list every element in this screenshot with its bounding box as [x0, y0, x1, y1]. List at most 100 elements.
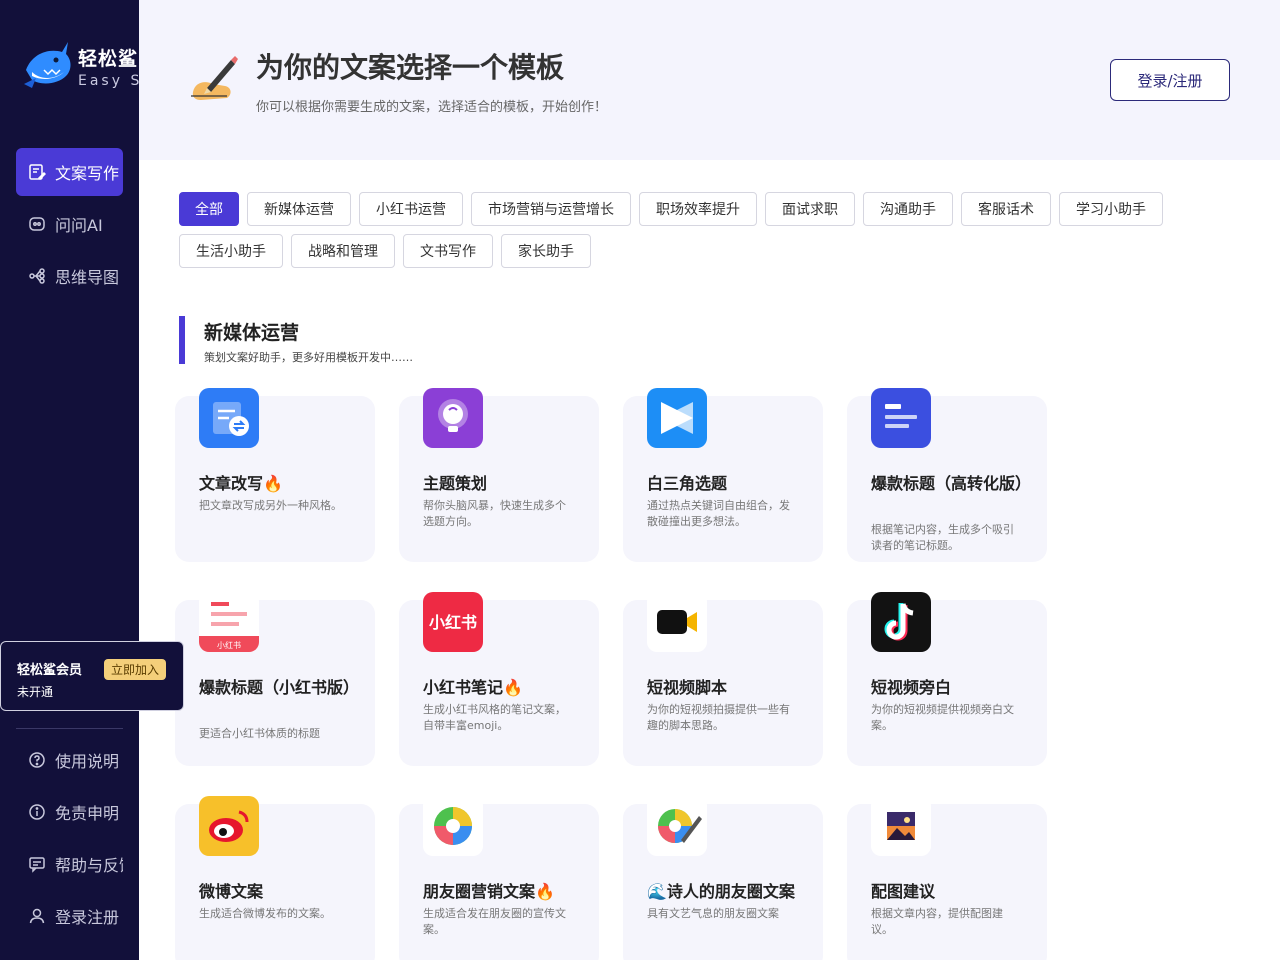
category-chip[interactable]: 生活小助手 [179, 234, 283, 268]
xiaohongshu-doc-icon: 小红书 [199, 592, 259, 652]
help-circle-icon [29, 752, 45, 768]
template-card[interactable]: 白三角选题 通过热点关键词自由组合，发散碰撞出更多想法。 [623, 388, 823, 562]
moments-pen-icon [647, 796, 707, 856]
card-description: 根据笔记内容，生成多个吸引读者的笔记标题。 [871, 523, 1014, 552]
card-title: 🌊诗人的朋友圈文案 [647, 882, 795, 901]
nav-item-feedback[interactable]: 帮助与反馈 [16, 840, 123, 888]
card-title: 短视频脚本 [647, 678, 728, 697]
svg-text:小红书: 小红书 [217, 640, 241, 650]
template-card[interactable]: 朋友圈营销文案🔥 生成适合发在朋友圈的宣传文案。 [399, 796, 599, 960]
weibo-icon [199, 796, 259, 856]
ai-chat-icon [29, 217, 45, 231]
card-title: 朋友圈营销文案🔥 [423, 882, 555, 901]
card-description: 生成适合微博发布的文案。 [199, 907, 331, 920]
category-chip[interactable]: 学习小助手 [1059, 192, 1163, 226]
card-description: 把文章改写成另外一种风格。 [199, 499, 342, 512]
page-header: 为你的文案选择一个模板 你可以根据你需要生成的文案，选择适合的模板，开始创作！ … [139, 0, 1280, 160]
edit-doc-icon [29, 164, 46, 181]
category-chip[interactable]: 新媒体运营 [247, 192, 351, 226]
nav-item-ask-ai[interactable]: 问问AI [16, 200, 123, 248]
category-chip[interactable]: 沟通助手 [863, 192, 953, 226]
card-description: 更适合小红书体质的标题 [199, 727, 320, 740]
article-rewrite-icon [199, 388, 259, 448]
section-subtitle: 策划文案好助手，更多好用模板开发中…… [204, 351, 413, 364]
nav-label: 文案写作 [55, 164, 120, 183]
template-card[interactable]: 小红书 小红书笔记🔥 生成小红书风格的笔记文案，自带丰富emoji。 [399, 592, 599, 766]
card-title: 爆款标题（小红书版） [199, 678, 360, 697]
template-card[interactable]: 配图建议 根据文章内容，提供配图建议。 [847, 796, 1047, 960]
douyin-icon [871, 592, 931, 652]
template-card[interactable]: 文章改写🔥 把文章改写成另外一种风格。 [175, 388, 375, 562]
card-title: 主题策划 [423, 474, 488, 493]
user-icon [29, 908, 45, 924]
nav-label: 免责申明 [55, 804, 120, 823]
membership-card[interactable]: 轻松鲨会员 立即加入 未开通 [0, 641, 184, 711]
template-card[interactable]: 微博文案 生成适合微博发布的文案。 [175, 796, 375, 960]
section-title: 新媒体运营 [204, 322, 300, 344]
category-chip[interactable]: 职场效率提升 [639, 192, 757, 226]
category-chip[interactable]: 全部 [179, 192, 239, 226]
card-title: 微博文案 [199, 882, 264, 901]
card-description: 为你的短视频拍摄提供一些有趣的脚本思路。 [647, 703, 790, 732]
category-chip[interactable]: 家长助手 [501, 234, 591, 268]
template-card[interactable]: 小红书 爆款标题（小红书版） 更适合小红书体质的标题 [175, 592, 375, 766]
card-title: 白三角选题 [647, 474, 728, 493]
card-description: 帮你头脑风暴，快速生成多个选题方向。 [423, 499, 566, 528]
card-description: 生成适合发在朋友圈的宣传文案。 [423, 907, 566, 936]
nav-label: 使用说明 [55, 752, 120, 771]
template-card[interactable]: 短视频脚本 为你的短视频拍摄提供一些有趣的脚本思路。 [623, 592, 823, 766]
headline-icon [871, 388, 931, 448]
template-card[interactable]: 爆款标题（高转化版） 根据笔记内容，生成多个吸引读者的笔记标题。 [847, 388, 1047, 562]
shark-logo-icon [24, 42, 71, 88]
nav-item-login[interactable]: 登录注册 [16, 892, 123, 940]
card-description: 为你的短视频提供视频旁白文案。 [871, 703, 1014, 732]
brand-name-en: Easy Shark [78, 73, 139, 89]
template-card[interactable]: 🌊诗人的朋友圈文案 具有文艺气息的朋友圈文案 [623, 796, 823, 960]
writing-hand-icon [191, 56, 238, 100]
sidebar-divider [16, 728, 123, 729]
nav-label: 思维导图 [55, 268, 120, 287]
nav-item-copywriting[interactable]: 文案写作 [16, 148, 123, 196]
login-register-button[interactable]: 登录/注册 [1110, 59, 1230, 101]
category-chip[interactable]: 文书写作 [403, 234, 493, 268]
template-card[interactable]: 主题策划 帮你头脑风暴，快速生成多个选题方向。 [399, 388, 599, 562]
brand-name: 轻松鲨 [78, 48, 139, 70]
nav-item-mindmap[interactable]: 思维导图 [16, 252, 123, 300]
picture-icon [871, 796, 931, 856]
nav-label: 登录注册 [55, 908, 120, 927]
card-description: 通过热点关键词自由组合，发散碰撞出更多想法。 [647, 499, 790, 528]
svg-text:小红书: 小红书 [429, 613, 477, 632]
feedback-icon [29, 857, 45, 873]
page-title: 为你的文案选择一个模板 [256, 51, 565, 84]
nav-item-usage[interactable]: 使用说明 [16, 736, 123, 784]
card-description: 具有文艺气息的朋友圈文案 [647, 907, 779, 920]
section-accent-bar [179, 316, 185, 364]
category-chip[interactable]: 市场营销与运营增长 [471, 192, 631, 226]
sidebar: 轻松鲨 Easy Shark 文案写作 问问AI 思维导图 使用说明 免责申明 … [0, 0, 139, 960]
page-subtitle: 你可以根据你需要生成的文案，选择适合的模板，开始创作！ [256, 100, 608, 115]
card-title: 文章改写🔥 [199, 474, 283, 493]
membership-join-button[interactable]: 立即加入 [104, 659, 167, 680]
category-chip[interactable]: 客服话术 [961, 192, 1051, 226]
nav-label: 帮助与反馈 [55, 856, 123, 875]
category-chip[interactable]: 面试求职 [765, 192, 855, 226]
membership-title: 轻松鲨会员 [17, 663, 83, 678]
info-circle-icon [29, 804, 45, 820]
video-camera-icon [647, 592, 707, 652]
membership-status: 未开通 [17, 685, 54, 699]
card-description: 生成小红书风格的笔记文案，自带丰富emoji。 [423, 703, 566, 732]
template-card[interactable]: 短视频旁白 为你的短视频提供视频旁白文案。 [847, 592, 1047, 766]
category-chip[interactable]: 战略和管理 [291, 234, 395, 268]
nav-label: 问问AI [55, 216, 103, 235]
lightbulb-icon [423, 388, 483, 448]
category-chip[interactable]: 小红书运营 [359, 192, 463, 226]
card-title: 配图建议 [871, 882, 936, 901]
card-title: 短视频旁白 [871, 678, 952, 697]
card-title: 小红书笔记🔥 [423, 678, 523, 697]
card-title: 爆款标题（高转化版） [871, 474, 1032, 493]
moments-icon [423, 796, 483, 856]
card-description: 根据文章内容，提供配图建议。 [871, 907, 1003, 936]
nav-item-disclaimer[interactable]: 免责申明 [16, 788, 123, 836]
brand-logo[interactable]: 轻松鲨 Easy Shark [22, 38, 139, 98]
mindmap-icon [29, 268, 45, 284]
